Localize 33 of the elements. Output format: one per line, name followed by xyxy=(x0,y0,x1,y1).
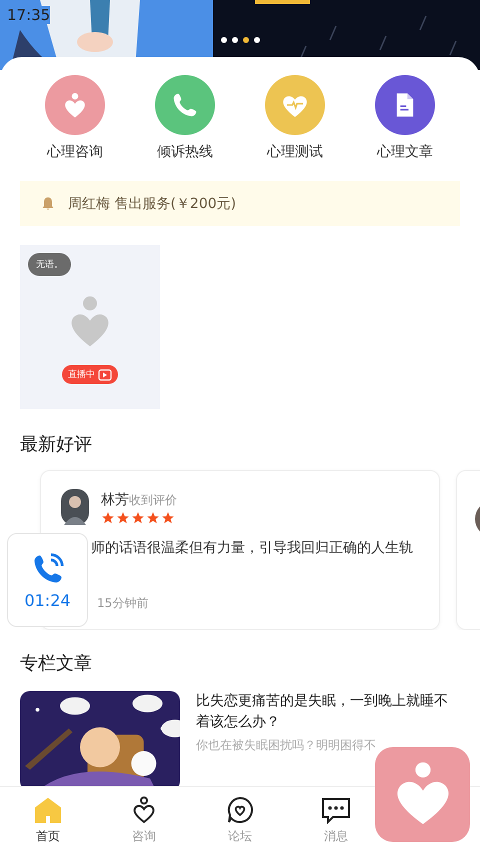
section-title: 最新好评 xyxy=(20,433,93,456)
action-label: 心理文章 xyxy=(377,143,433,161)
star-icon xyxy=(116,511,130,525)
status-time: 17:35 xyxy=(7,6,50,24)
home-icon xyxy=(34,796,62,824)
article-title[interactable]: 比失恋更痛苦的是失眠，一到晚上就睡不着该怎么办？ xyxy=(196,691,460,733)
star-icon xyxy=(146,511,160,525)
section-title: 专栏文章 xyxy=(20,652,93,675)
tab-item[interactable]: 首页 xyxy=(34,787,62,853)
star-icon xyxy=(101,511,115,525)
bell-icon xyxy=(40,196,56,212)
live-label: 直播中 xyxy=(68,368,95,381)
action-label: 心理咨询 xyxy=(47,143,103,161)
message-icon xyxy=(321,796,351,824)
tab-item[interactable]: 消息 xyxy=(321,787,351,853)
action-label: 倾诉热线 xyxy=(157,143,213,161)
review-time: 15分钟前 xyxy=(97,595,150,612)
notice-text: 周红梅 售出服务(￥200元) xyxy=(68,194,236,212)
live-room-card[interactable]: 无语。 直播中 xyxy=(20,245,160,409)
reviewer-name: 林芳 xyxy=(101,492,129,508)
star-icon xyxy=(131,511,145,525)
chat-heart-icon xyxy=(226,796,254,824)
video-icon xyxy=(98,368,112,380)
avatar xyxy=(61,489,89,525)
tab-item[interactable]: 咨询 xyxy=(130,787,158,853)
call-widget[interactable]: 01:24 xyxy=(7,533,88,627)
star-icon xyxy=(161,511,175,525)
review-text: 师的话语很温柔但有力量，引导我回归正确的人生轨 xyxy=(91,539,414,557)
tab-item[interactable]: 论坛 xyxy=(226,787,254,853)
review-action: 收到评价 xyxy=(129,493,177,507)
host-name: 无语。 xyxy=(28,253,71,276)
action-label: 心理测试 xyxy=(267,143,323,161)
article-summary: 你也在被失眠困扰吗？明明困得不 xyxy=(196,737,377,754)
